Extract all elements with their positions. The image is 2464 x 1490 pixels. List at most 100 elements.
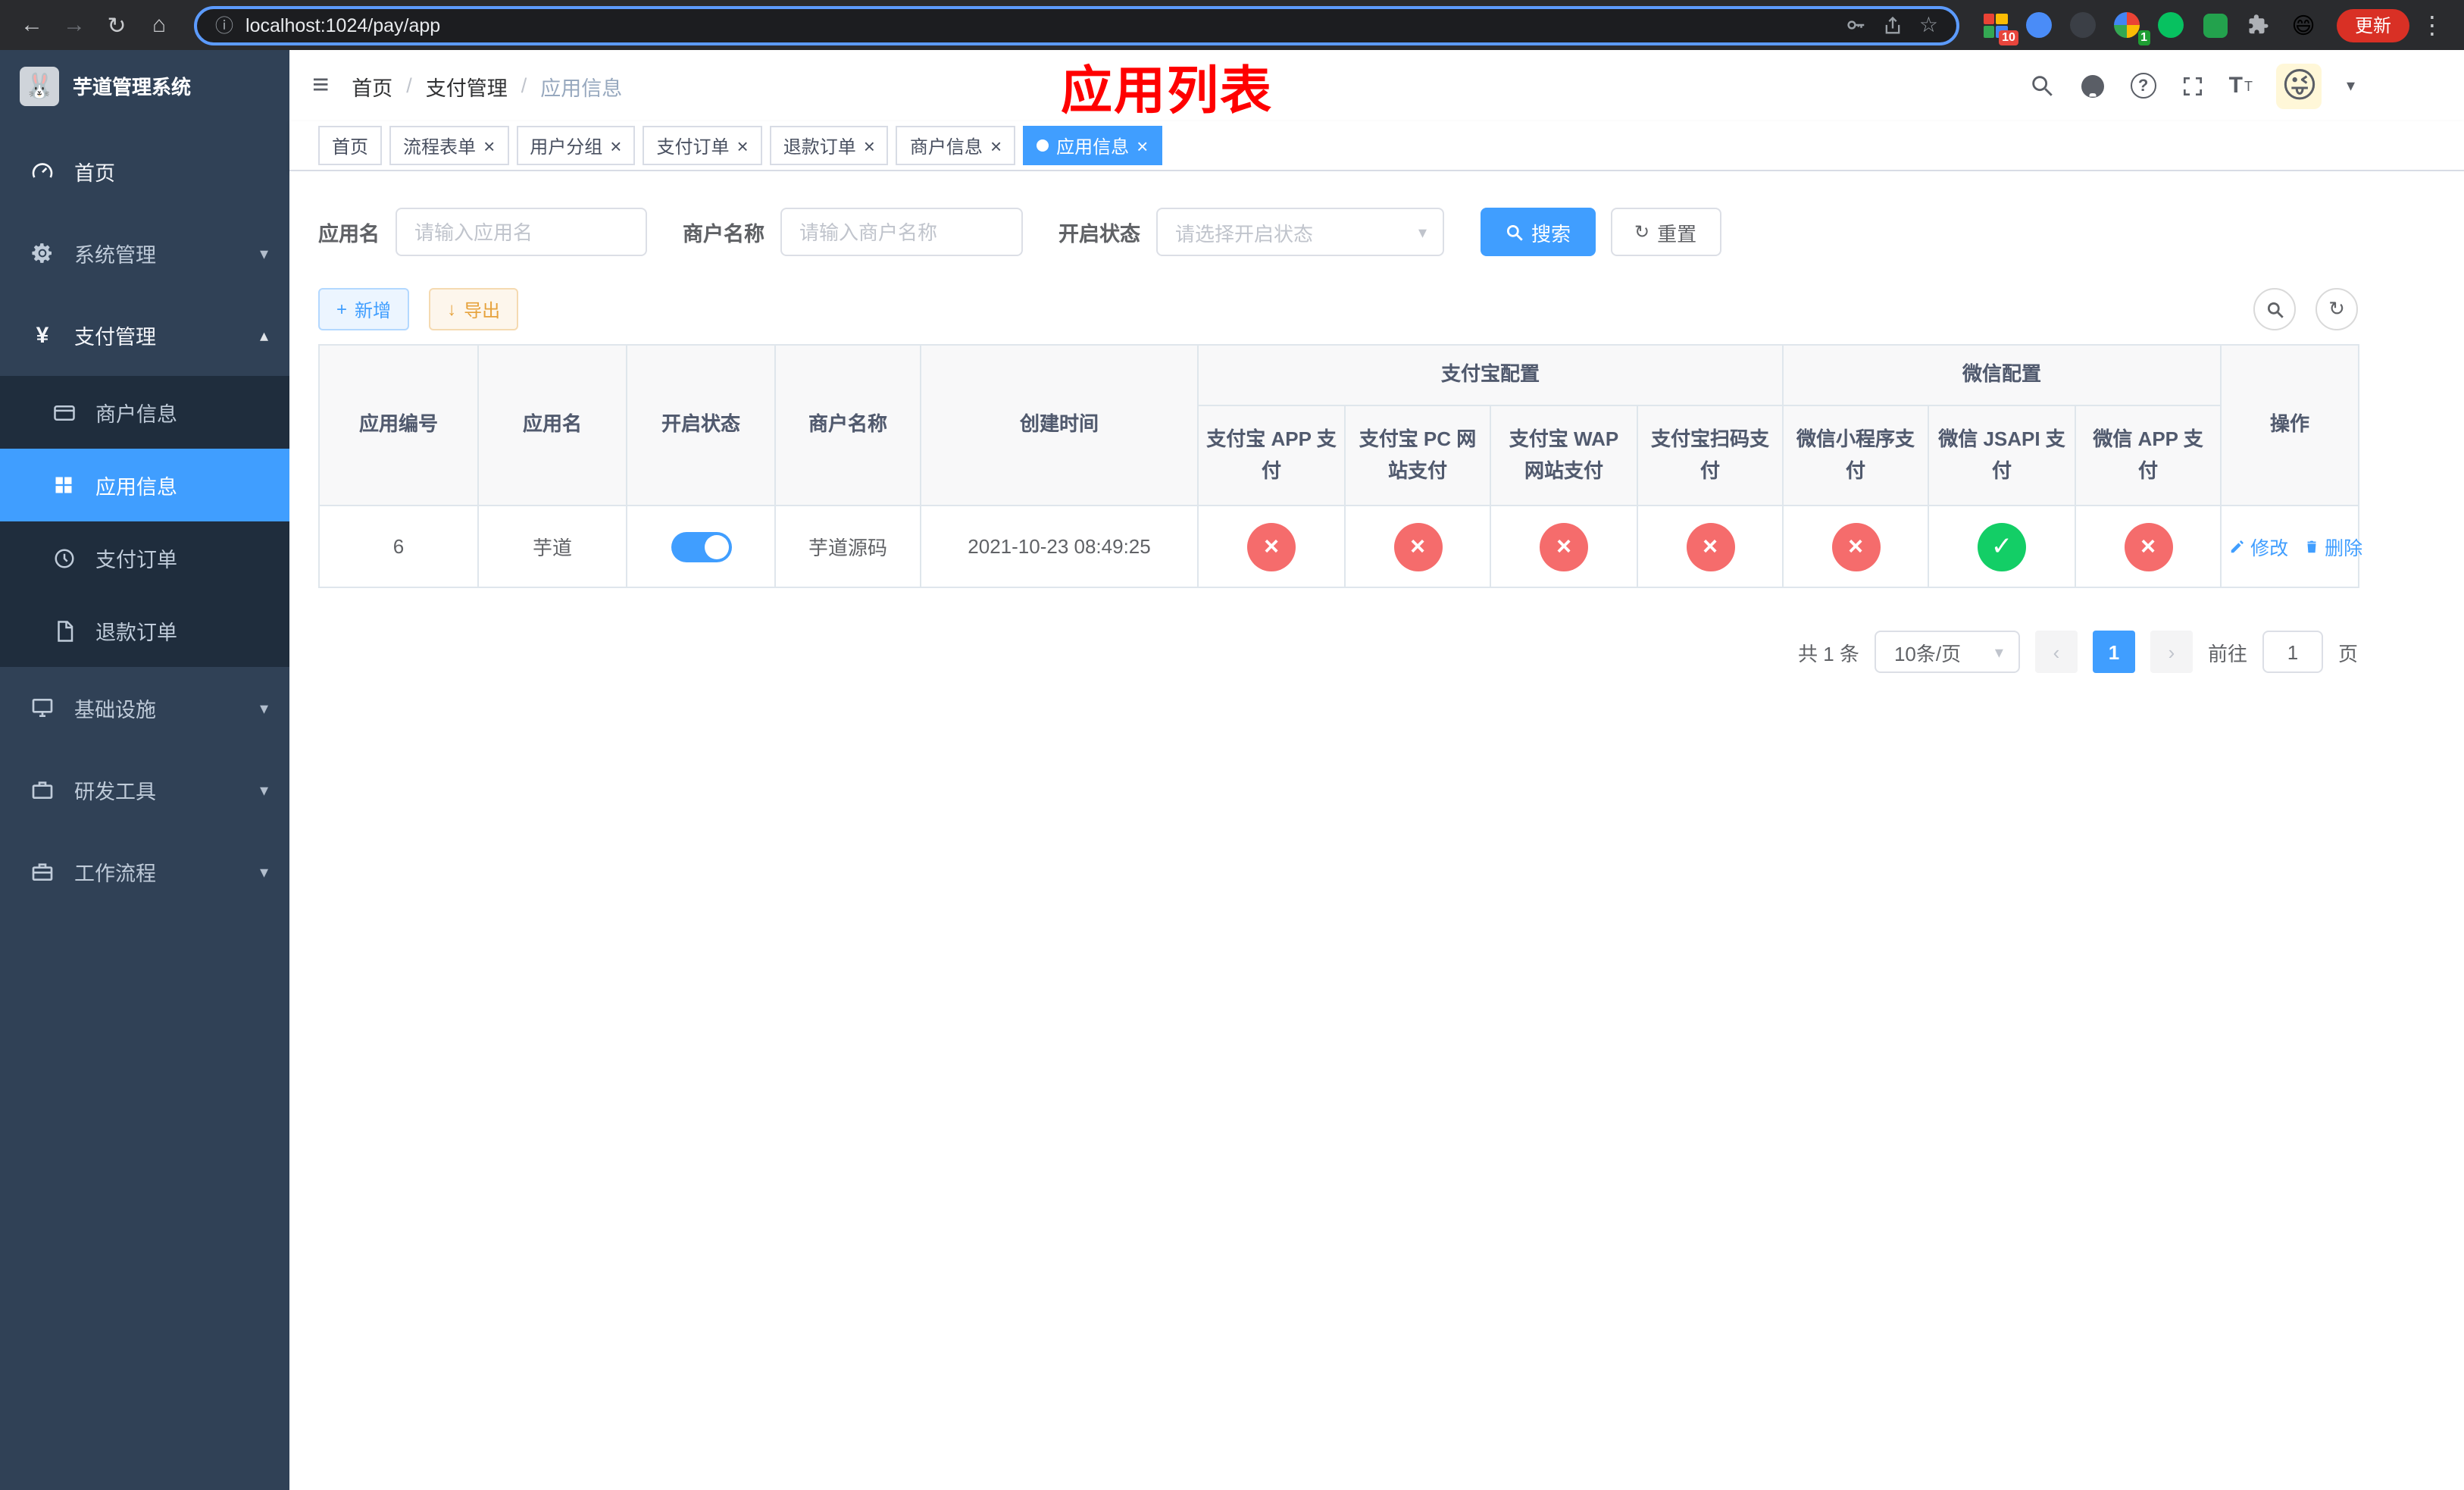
merchant-name-label: 商户名称	[683, 223, 765, 246]
search-button-label: 搜索	[1531, 222, 1571, 245]
merchant-name-input[interactable]	[780, 208, 1022, 256]
bookmark-star-icon[interactable]: ☆	[1919, 12, 1938, 38]
tab-pay-order[interactable]: 支付订单 ×	[643, 126, 762, 165]
close-icon[interactable]: ×	[737, 136, 749, 155]
sidebar-item-system[interactable]: 系统管理 ▾	[0, 212, 289, 294]
sidebar-item-dev-tools[interactable]: 研发工具 ▾	[0, 749, 289, 831]
alipay-app-status-icon: ×	[1247, 522, 1296, 571]
tab-refund-order[interactable]: 退款订单 ×	[769, 126, 889, 165]
tab-merchant-info[interactable]: 商户信息 ×	[896, 126, 1016, 165]
col-header-app-id: 应用编号	[318, 344, 479, 506]
address-bar[interactable]: ⓘ localhost:1024/pay/app ☆	[194, 5, 1959, 45]
tab-home[interactable]: 首页	[318, 126, 383, 165]
briefcase-icon	[29, 859, 56, 884]
col-header-actions: 操作	[2220, 344, 2360, 506]
extension-green-square-icon[interactable]	[2200, 10, 2231, 40]
reload-icon[interactable]: ↻	[97, 5, 136, 45]
fullscreen-icon[interactable]	[2181, 74, 2205, 98]
extension-green-circle-icon[interactable]	[2156, 10, 2187, 40]
refresh-icon: ↻	[2328, 297, 2345, 320]
chrome-menu-icon[interactable]: ⋮	[2412, 5, 2452, 45]
sidebar-collapse-icon[interactable]: ≡	[289, 69, 352, 102]
chevron-down-icon: ▾	[259, 245, 268, 263]
extension-blue-icon[interactable]	[2025, 10, 2055, 40]
delete-button[interactable]: 删除	[2303, 532, 2362, 561]
browser-profile-avatar[interactable]: 😄	[2288, 10, 2319, 40]
sidebar-item-refund-order[interactable]: 退款订单	[0, 594, 289, 667]
edit-button-label: 修改	[2250, 538, 2289, 559]
add-button[interactable]: + 新增	[318, 288, 410, 330]
sidebar-item-pay-order[interactable]: 支付订单	[0, 521, 289, 594]
page-1-button[interactable]: 1	[2092, 631, 2135, 673]
dashboard-icon	[29, 159, 56, 183]
close-icon[interactable]: ×	[610, 136, 621, 155]
chevron-down-icon: ▾	[1994, 643, 2003, 662]
breadcrumb-separator: /	[406, 74, 412, 97]
help-icon[interactable]: ?	[2130, 73, 2156, 99]
prev-page-button[interactable]: ‹	[2034, 631, 2078, 673]
close-icon[interactable]: ×	[1137, 136, 1148, 155]
extension-colorful-icon[interactable]: 10	[1981, 10, 2018, 45]
search-form: 应用名 商户名称 开启状态 请选择开启状态 ▾ 搜索 ↻ 重置	[318, 208, 2358, 256]
breadcrumb-payment[interactable]: 支付管理	[426, 70, 508, 101]
chrome-update-button[interactable]: 更新	[2336, 8, 2409, 42]
status-toggle[interactable]	[671, 531, 731, 562]
search-button[interactable]: 搜索	[1480, 208, 1596, 256]
chevron-down-icon: ▾	[259, 700, 268, 718]
sidebar-item-payment[interactable]: ¥ 支付管理 ▴	[0, 294, 289, 376]
cell-created: 2021-10-23 08:49:25	[920, 505, 1199, 588]
sidebar-item-merchant-info[interactable]: 商户信息	[0, 376, 289, 449]
sidebar-item-home[interactable]: 首页	[0, 130, 289, 212]
tab-process-form[interactable]: 流程表单 ×	[389, 126, 509, 165]
close-icon[interactable]: ×	[990, 136, 1002, 155]
clock-icon	[50, 546, 77, 569]
user-avatar[interactable]: 😜	[2276, 63, 2322, 108]
export-button-label: 导出	[464, 299, 501, 321]
sidebar-item-workflow[interactable]: 工作流程 ▾	[0, 831, 289, 912]
alipay-qr-status-icon: ×	[1686, 522, 1734, 571]
status-select[interactable]: 请选择开启状态 ▾	[1155, 208, 1443, 256]
app-title: 芋道管理系统	[73, 76, 192, 99]
home-icon[interactable]: ⌂	[139, 5, 179, 45]
tab-label: 流程表单	[403, 136, 477, 157]
export-button[interactable]: ↓ 导出	[429, 288, 519, 330]
chevron-down-icon: ▾	[1418, 224, 1427, 242]
payment-submenu: 商户信息 应用信息 支付订单 退款订单	[0, 376, 289, 667]
tab-user-group[interactable]: 用户分组 ×	[516, 126, 636, 165]
close-icon[interactable]: ×	[483, 136, 495, 155]
forward-icon[interactable]: →	[55, 5, 94, 45]
extensions-puzzle-icon[interactable]	[2244, 10, 2275, 40]
site-info-icon[interactable]: ⓘ	[215, 12, 233, 38]
tab-label: 用户分组	[530, 136, 603, 157]
breadcrumb-separator: /	[521, 74, 527, 97]
col-header-alipay-pc: 支付宝 PC 网站支付	[1344, 405, 1491, 506]
next-page-button[interactable]: ›	[2150, 631, 2193, 673]
sidebar-item-label: 支付管理	[74, 326, 156, 349]
goto-label: 前往	[2207, 642, 2247, 665]
page-size-select[interactable]: 10条/页 ▾	[1874, 631, 2020, 673]
breadcrumb-home[interactable]: 首页	[352, 70, 392, 101]
extension-wheel-icon[interactable]: 1	[2112, 10, 2150, 45]
reset-button[interactable]: ↻ 重置	[1610, 208, 1721, 256]
sidebar-item-app-info[interactable]: 应用信息	[0, 449, 289, 521]
status-select-placeholder: 请选择开启状态	[1175, 222, 1314, 245]
breadcrumb-current: 应用信息	[540, 77, 623, 99]
share-icon[interactable]	[1883, 14, 1904, 36]
password-key-icon[interactable]	[1845, 14, 1868, 36]
tab-app-info[interactable]: 应用信息 ×	[1023, 126, 1162, 165]
edit-button[interactable]: 修改	[2229, 532, 2288, 561]
goto-page-input[interactable]	[2262, 631, 2323, 673]
extension-dark-icon[interactable]	[2068, 10, 2099, 40]
close-icon[interactable]: ×	[864, 136, 875, 155]
search-icon[interactable]	[2029, 73, 2055, 99]
sidebar-item-infrastructure[interactable]: 基础设施 ▾	[0, 667, 289, 749]
sidebar-item-label: 首页	[74, 162, 115, 185]
font-size-icon[interactable]: TT	[2229, 73, 2253, 99]
sidebar-item-label: 系统管理	[74, 244, 156, 267]
refresh-table-button[interactable]: ↻	[2315, 288, 2358, 330]
caret-down-icon[interactable]: ▾	[2347, 76, 2355, 95]
github-icon[interactable]	[2079, 72, 2106, 99]
back-icon[interactable]: ←	[12, 5, 52, 45]
toggle-search-button[interactable]	[2253, 288, 2296, 330]
app-name-input[interactable]	[395, 208, 646, 256]
